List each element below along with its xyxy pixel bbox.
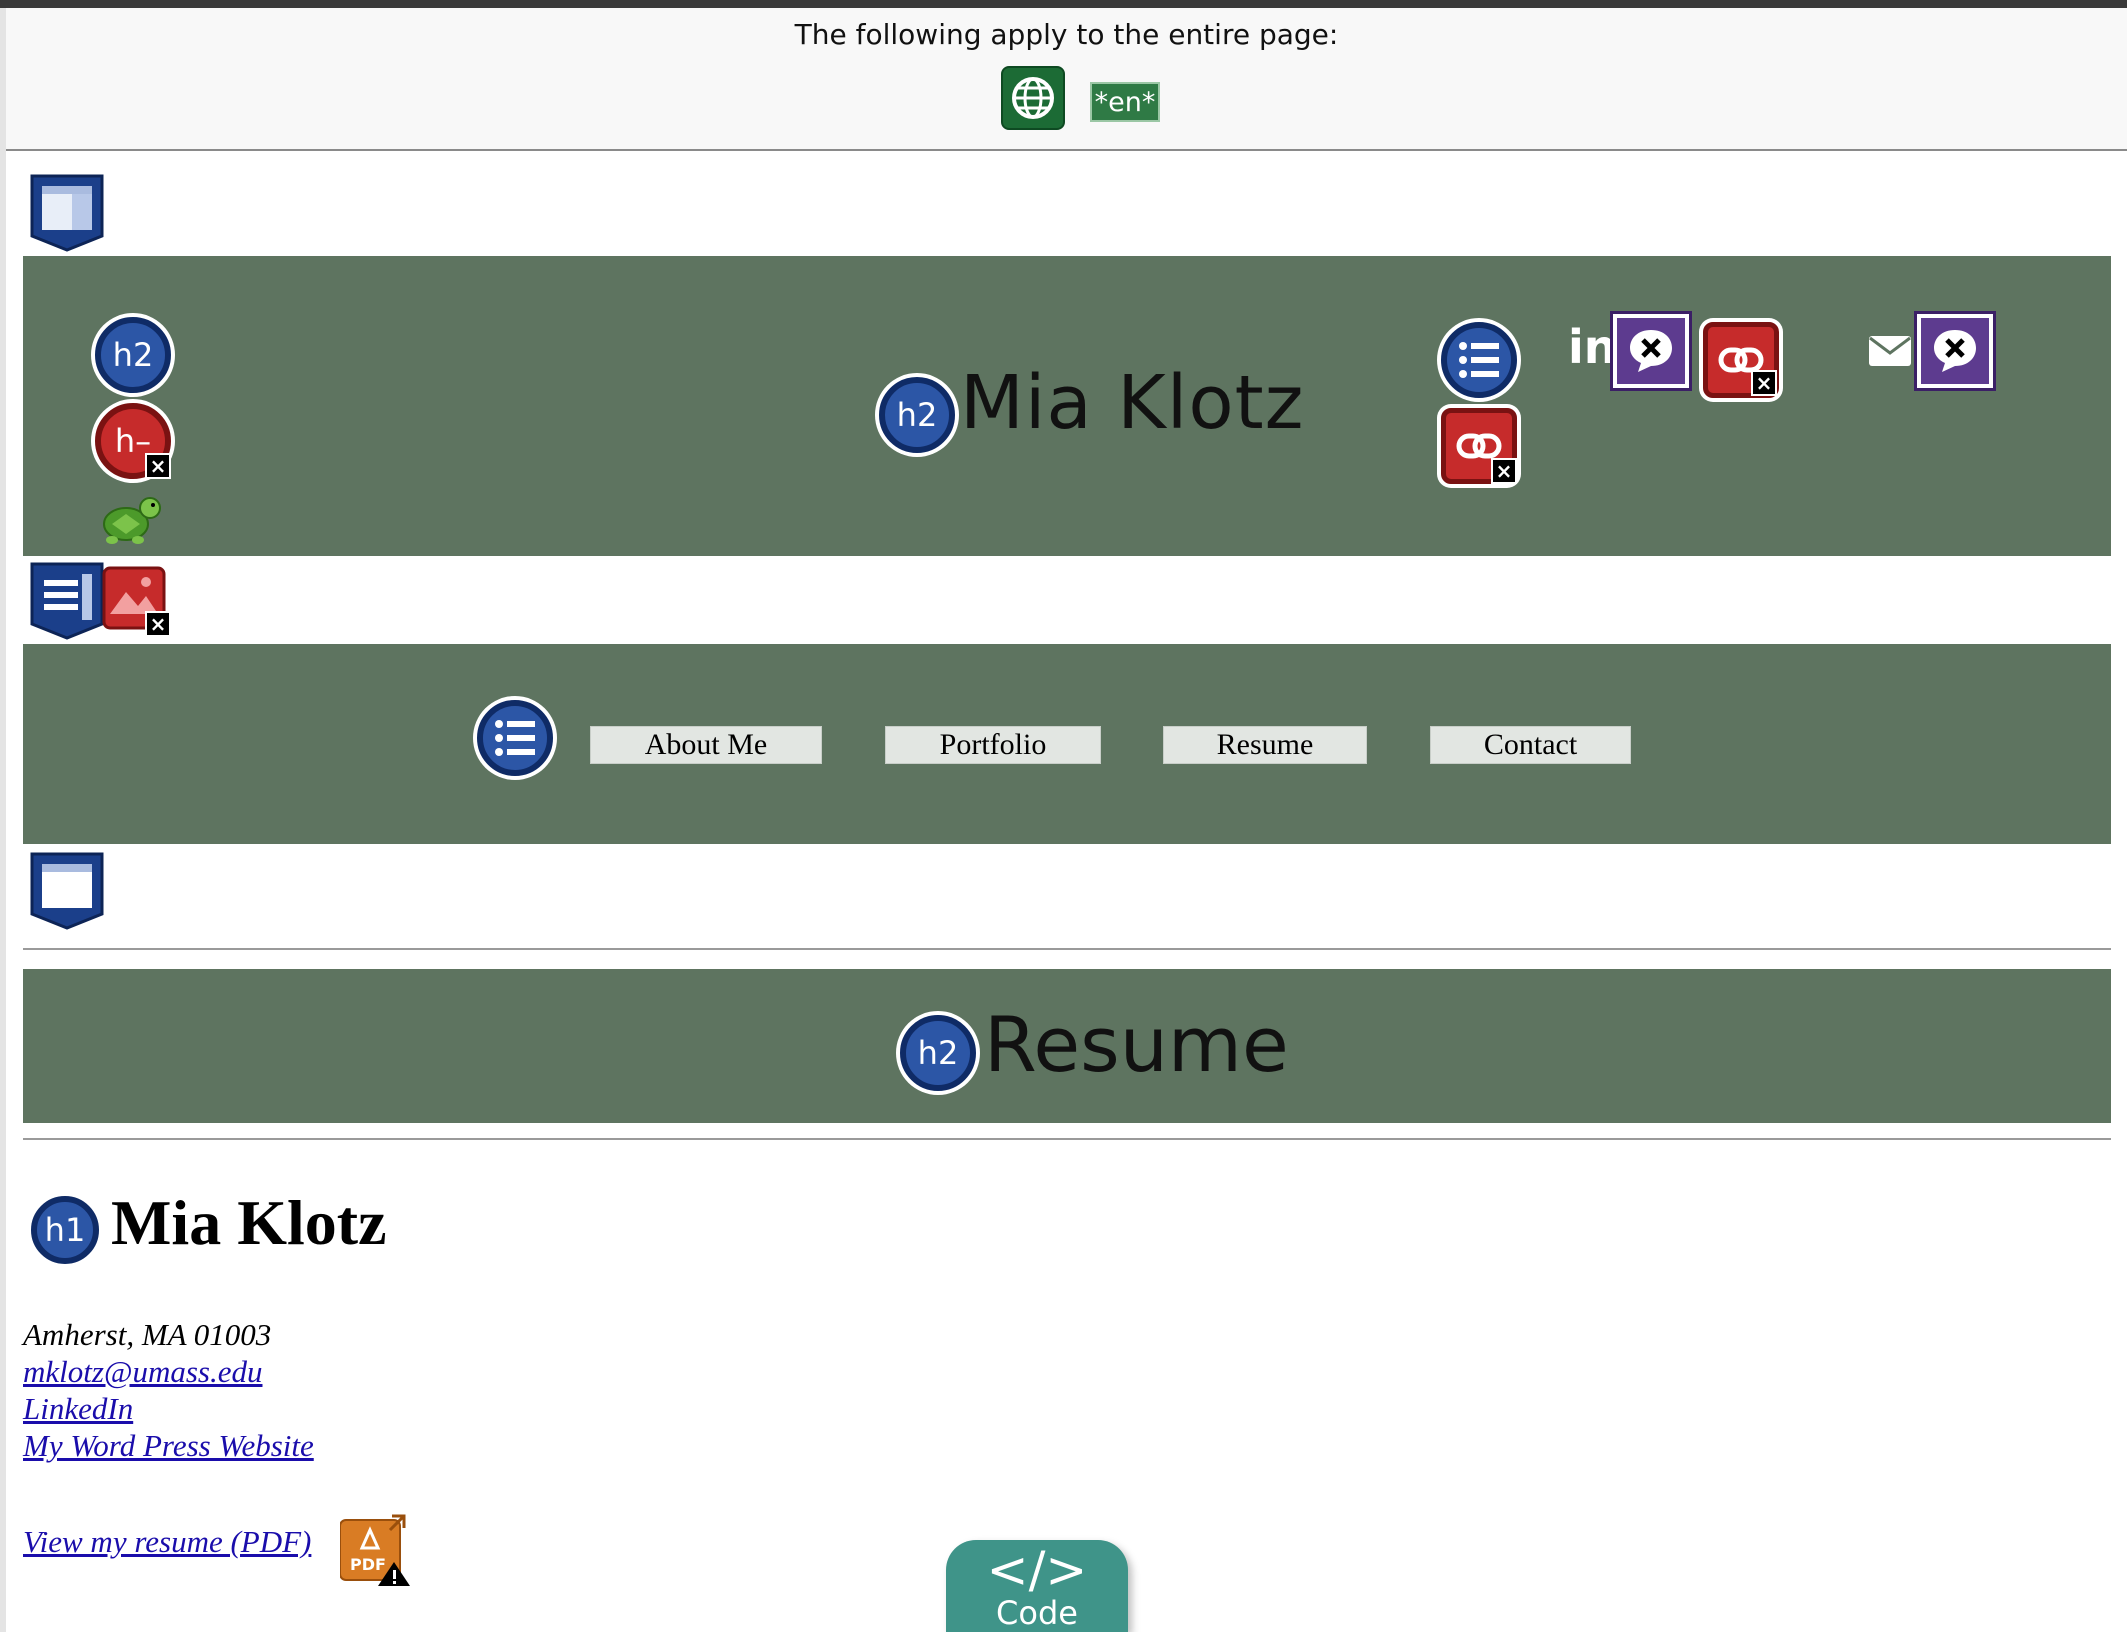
- page-summary-panel: The following apply to the entire page: …: [6, 8, 2127, 151]
- contact-block: Amherst, MA 01003 mklotz@umass.edu Linke…: [23, 1316, 314, 1464]
- nav-resume[interactable]: Resume: [1163, 726, 1367, 764]
- error-x-icon: ×: [1491, 458, 1517, 484]
- website-link[interactable]: My Word Press Website: [23, 1427, 314, 1464]
- address-text: Amherst, MA 01003: [23, 1317, 272, 1352]
- page-heading: Resume: [984, 1000, 1289, 1089]
- globe-icon[interactable]: [1001, 66, 1065, 130]
- navigation-region-icon[interactable]: [30, 562, 104, 640]
- h1-badge[interactable]: h1: [31, 1196, 99, 1264]
- list-icon[interactable]: [1441, 322, 1517, 398]
- error-x-icon: ×: [145, 453, 171, 479]
- empty-link-speech-icon[interactable]: [1917, 314, 1993, 388]
- banner-region-icon[interactable]: [30, 174, 104, 252]
- linkedin-link[interactable]: LinkedIn: [23, 1390, 314, 1427]
- left-edge: [0, 8, 6, 1632]
- pdf-alert-icon[interactable]: PDF: [339, 1514, 410, 1586]
- summary-text: The following apply to the entire page:: [794, 18, 1339, 51]
- divider: [23, 948, 2111, 950]
- site-title: Mia Klotz: [960, 360, 1305, 446]
- main-region-icon[interactable]: [30, 852, 104, 930]
- resume-pdf-link[interactable]: View my resume (PDF): [23, 1524, 311, 1560]
- code-icon: </>: [986, 1541, 1088, 1599]
- error-x-icon: ×: [1751, 370, 1777, 396]
- nav-contact[interactable]: Contact: [1430, 726, 1631, 764]
- resume-name: Mia Klotz: [111, 1187, 387, 1258]
- nav-about-me[interactable]: About Me: [590, 726, 822, 764]
- error-x-icon: ×: [145, 611, 171, 637]
- nav-portfolio[interactable]: Portfolio: [885, 726, 1101, 764]
- svg-text:PDF: PDF: [350, 1555, 386, 1574]
- turtle-icon[interactable]: [98, 490, 162, 548]
- list-icon[interactable]: [477, 700, 553, 776]
- code-tab-label: Code: [996, 1594, 1078, 1632]
- code-panel-tab[interactable]: </> Code: [946, 1540, 1128, 1632]
- h2-badge[interactable]: h2: [95, 317, 171, 393]
- empty-link-speech-icon[interactable]: [1613, 314, 1689, 388]
- linkedin-icon[interactable]: in: [1568, 320, 1617, 374]
- top-edge: [0, 0, 2127, 8]
- language-tag[interactable]: *en*: [1090, 82, 1160, 122]
- mail-icon[interactable]: [1868, 335, 1912, 367]
- email-link[interactable]: mklotz@umass.edu: [23, 1353, 314, 1390]
- h2-badge[interactable]: h2: [900, 1015, 976, 1091]
- h2-badge[interactable]: h2: [879, 377, 955, 453]
- divider: [23, 1138, 2111, 1140]
